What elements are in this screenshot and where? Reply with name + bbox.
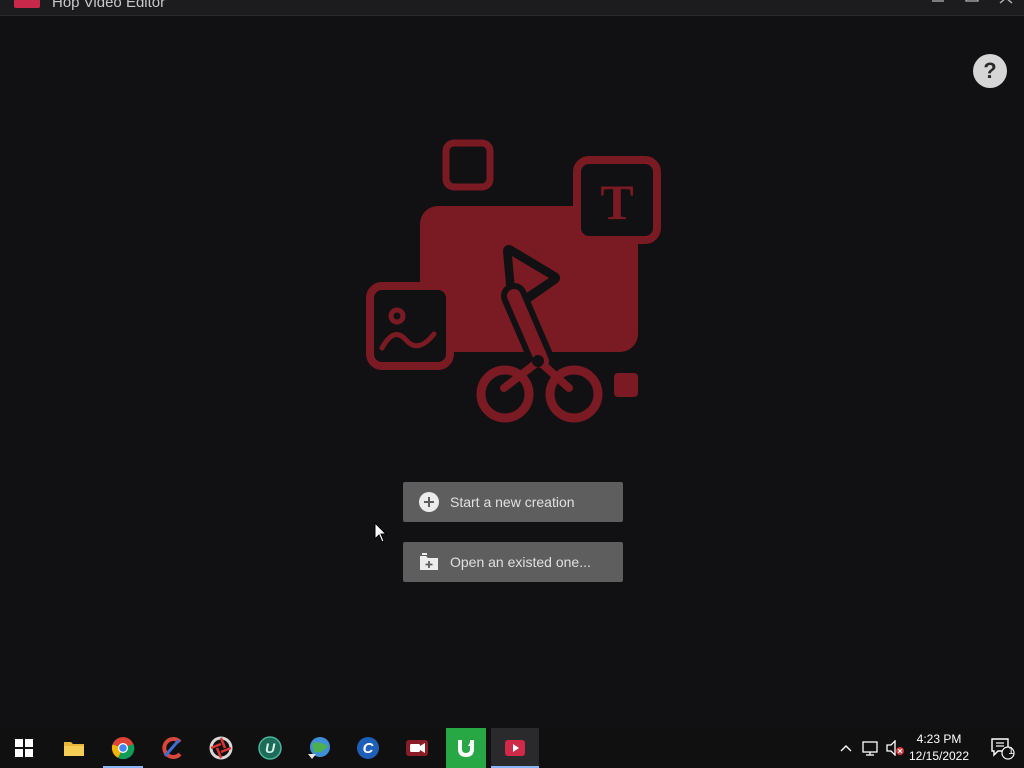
close-button[interactable] [994, 0, 1018, 10]
clock[interactable]: 4:23 PM 12/15/2022 [904, 731, 974, 765]
aperture-icon[interactable] [197, 728, 245, 768]
app-logo-icon [14, 0, 40, 8]
window-title: Hop Video Editor [52, 0, 166, 11]
network-icon[interactable] [860, 728, 882, 768]
svg-text:C: C [363, 740, 375, 757]
maximize-button[interactable] [960, 0, 984, 10]
minimize-button[interactable] [926, 0, 950, 10]
u-circle-icon[interactable]: U [246, 728, 294, 768]
taskbar: U C 4:23 PM 12/15/2022 1 [0, 728, 1024, 768]
video-editor-illustration-icon: T [364, 136, 664, 428]
folder-icon[interactable] [50, 728, 98, 768]
folder-add-icon [418, 551, 440, 573]
start-new-creation-label: Start a new creation [450, 494, 575, 510]
notification-center-icon[interactable]: 1 [980, 728, 1024, 768]
svg-text:U: U [265, 740, 276, 756]
utorrent-icon[interactable] [446, 728, 486, 768]
video-editor-icon[interactable] [491, 728, 539, 768]
svg-text:T: T [600, 174, 633, 230]
chrome-icon[interactable] [99, 728, 147, 768]
title-bar: Hop Video Editor [0, 0, 1024, 16]
chevron-up-icon[interactable] [836, 728, 856, 768]
open-existed-label: Open an existed one... [450, 554, 591, 570]
globe-download-icon[interactable] [295, 728, 343, 768]
clock-time: 4:23 PM [916, 732, 962, 746]
video-camera-icon[interactable] [393, 728, 441, 768]
help-button[interactable]: ? [973, 54, 1007, 88]
windows-start-icon[interactable] [0, 728, 48, 768]
ccleaner-icon[interactable] [148, 728, 196, 768]
start-new-creation-button[interactable]: Start a new creation [403, 482, 623, 522]
c-circle-icon[interactable]: C [344, 728, 392, 768]
mouse-cursor-icon [374, 521, 388, 544]
plus-circle-icon [418, 491, 440, 513]
clock-date: 12/15/2022 [908, 749, 970, 763]
volume-muted-icon[interactable] [884, 728, 906, 768]
open-existed-button[interactable]: Open an existed one... [403, 542, 623, 582]
notification-count-badge: 1 [1008, 746, 1014, 757]
